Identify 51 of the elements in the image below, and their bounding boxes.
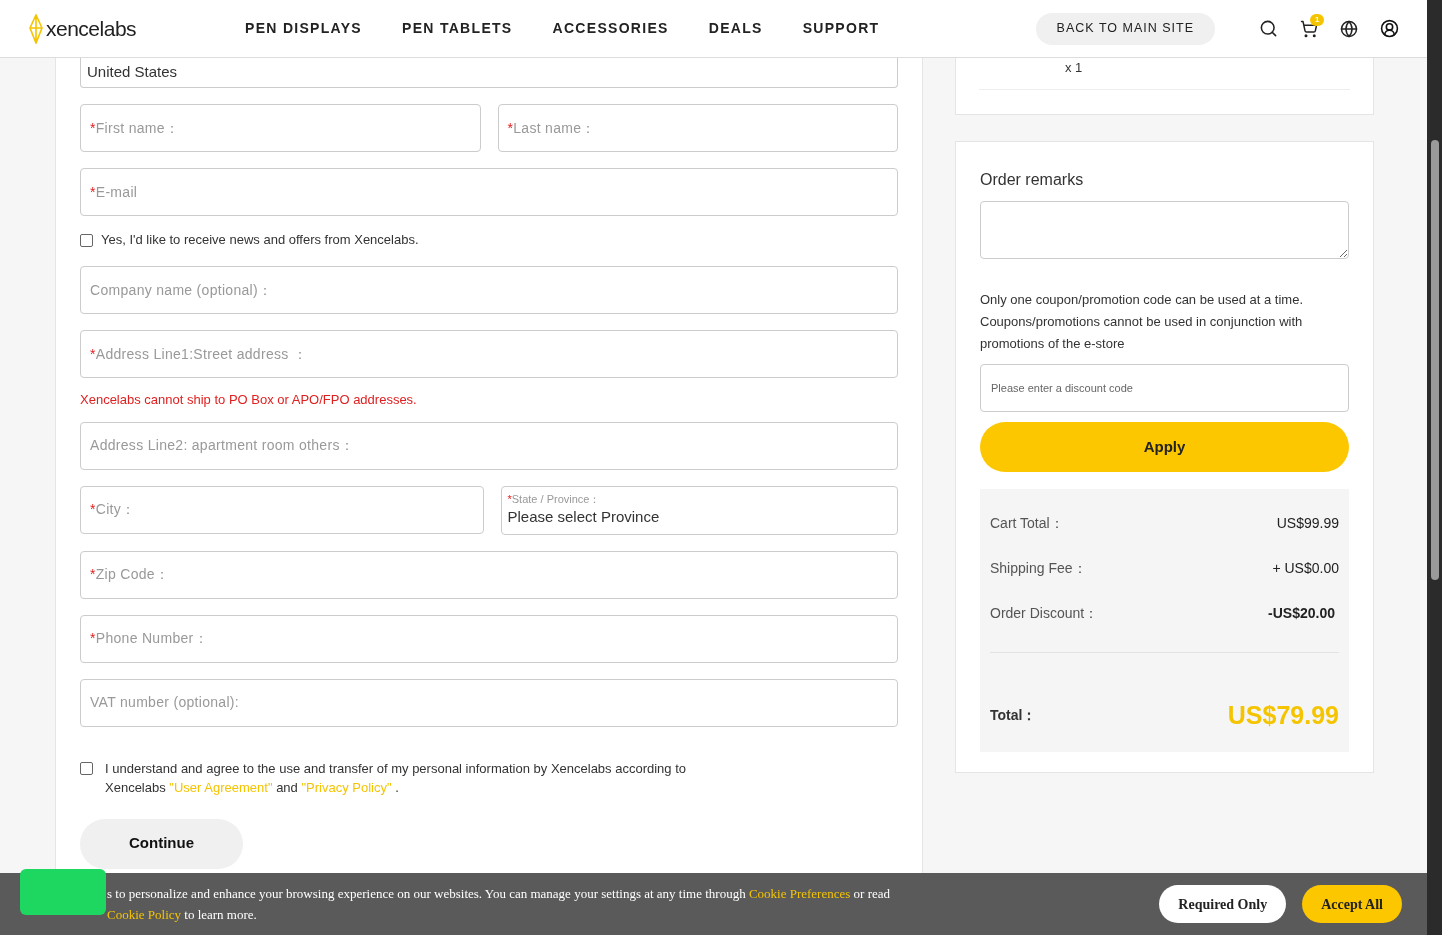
- input-field[interactable]: *Phone Number：: [80, 614, 898, 663]
- shipping-warning: Xencelabs cannot ship to PO Box or APO/FPO addresses.: [80, 391, 418, 409]
- order-remarks-field[interactable]: [980, 201, 1349, 259]
- input-field[interactable]: *City：: [80, 485, 484, 534]
- logo[interactable]: xencelabs: [46, 12, 137, 45]
- checkbox[interactable]: [80, 761, 93, 775]
- input-field[interactable]: VAT number (optional):: [80, 678, 898, 727]
- account-icon[interactable]: [1380, 19, 1399, 38]
- total-value: US$79.99: [1227, 700, 1339, 731]
- required-only-button[interactable]: Required Only: [1159, 885, 1287, 923]
- newsletter-label: Yes, I'd like to receive news and offers from Xencelabs.: [101, 231, 419, 250]
- discount-code-field[interactable]: Please enter a discount code: [980, 364, 1349, 412]
- input-field[interactable]: Company name (optional)：: [80, 266, 898, 314]
- country-field[interactable]: United States: [80, 58, 898, 88]
- agreement-text: I understand and agree to the use and transfer of my personal information by Xencelabs according to Xencelabs "User Agreement" and "Privacy Policy" .: [105, 759, 688, 797]
- input-field[interactable]: *Last name：: [497, 104, 898, 152]
- back-to-main-site-button[interactable]: BACK TO MAIN SITE: [1035, 12, 1215, 45]
- nav-link[interactable]: PEN TABLETS: [402, 18, 513, 39]
- cookie-notice-text: s to personalize and enhance your browsing experience on our websites. You can manage your settings at any time through Cookie Preferences or read Cookie Policy to learn more.: [107, 885, 892, 924]
- cart-count-badge: 1: [1310, 13, 1325, 26]
- input-field[interactable]: *First name：: [80, 104, 481, 152]
- summary-label: Order Discount：: [990, 604, 1099, 623]
- search-icon[interactable]: [1259, 19, 1278, 38]
- summary-value: + US$0.00: [1272, 559, 1339, 578]
- scrollbar[interactable]: [1427, 0, 1442, 935]
- cookie-policy-link[interactable]: Cookie Policy: [107, 907, 182, 922]
- summary-label: Cart Total：: [990, 514, 1064, 533]
- logo-icon: [28, 13, 44, 44]
- item-quantity: x 1: [1065, 59, 1083, 77]
- accept-all-button[interactable]: Accept All: [1302, 885, 1402, 923]
- nav-link[interactable]: ACCESSORIES: [552, 18, 669, 39]
- continue-button[interactable]: Continue: [80, 818, 243, 869]
- input-field[interactable]: *Zip Code：: [80, 550, 898, 599]
- apply-button[interactable]: Apply: [980, 422, 1349, 472]
- input-field[interactable]: *E-mail: [80, 168, 898, 216]
- summary-label: Shipping Fee：: [990, 559, 1087, 578]
- summary-value: -US$20.00: [1268, 604, 1335, 623]
- summary-value: US$99.99: [1276, 514, 1339, 533]
- input-field[interactable]: Address Line2: apartment room others：: [80, 421, 898, 470]
- order-remarks-label: Order remarks: [980, 170, 1085, 190]
- total-label: Total：: [990, 706, 1037, 726]
- globe-icon[interactable]: [1340, 19, 1358, 38]
- nav-link[interactable]: DEALS: [708, 18, 763, 39]
- province-select[interactable]: *State / Province： Please select Province: [500, 485, 898, 535]
- nav-link[interactable]: SUPPORT: [802, 18, 880, 39]
- cookie-preferences-link[interactable]: Cookie Preferences: [748, 886, 851, 901]
- nav-link[interactable]: PEN DISPLAYS: [245, 18, 362, 39]
- coupon-note: Only one coupon/promotion code can be used at a time. Coupons/promotions cannot be used in conjunction with promotions of the e-store: [980, 291, 1305, 353]
- input-field[interactable]: *Address Line1:Street address ：: [80, 330, 898, 378]
- checkbox[interactable]: [80, 233, 93, 247]
- cart-icon[interactable]: [1300, 19, 1318, 38]
